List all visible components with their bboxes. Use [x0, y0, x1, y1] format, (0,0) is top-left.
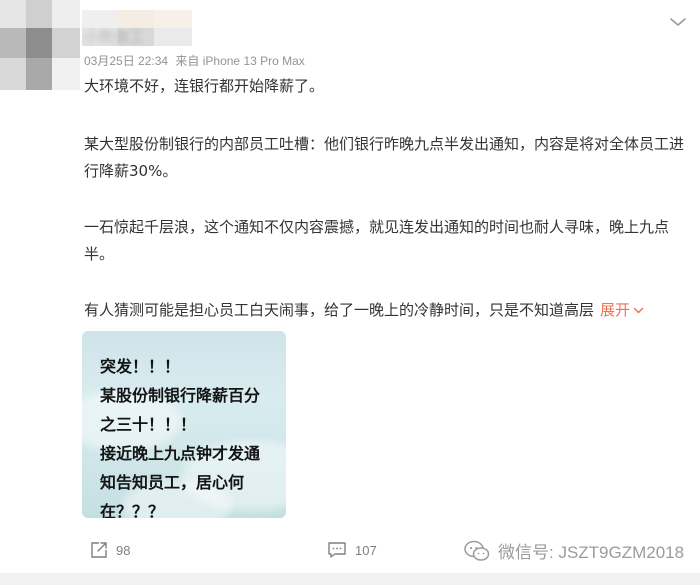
image-text-line-2: 某股份制银行降薪百分: [100, 386, 261, 405]
avatar[interactable]: [0, 0, 80, 90]
watermark-text: 微信号: JSZT9GZM2018: [498, 543, 685, 562]
image-text-line-1: 突发！！！: [100, 357, 181, 376]
post-paragraph-1: 大环境不好，连银行都开始降薪了。: [84, 77, 325, 95]
post-meta: 03月25日 22:34 来自 iPhone 13 Pro Max: [84, 52, 305, 69]
repost-count: 98: [116, 542, 131, 558]
post-paragraph-3: 一石惊起千层浪，这个通知不仅内容震撼，就见连发出通知的时间也耐人寻味，晚上九点半…: [84, 218, 670, 263]
wechat-watermark: 微信号: JSZT9GZM2018: [464, 538, 684, 563]
weibo-post: 小熊做工 03月25日 22:34 来自 iPhone 13 Pro Max 大…: [0, 0, 700, 585]
post-paragraph-2: 某大型股份制银行的内部员工吐槽：他们银行昨晚九点半发出通知，内容是将对全体员工进…: [84, 135, 685, 180]
post-source: 来自 iPhone 13 Pro Max: [175, 54, 305, 68]
repost-button[interactable]: 98: [90, 540, 130, 560]
chevron-down-icon: [633, 307, 644, 314]
comment-count: 107: [355, 542, 377, 558]
comment-icon: [328, 542, 346, 558]
post-date[interactable]: 03月25日 22:34: [84, 54, 168, 68]
image-text-line-3: 之三十！！！: [100, 415, 197, 434]
share-icon: [91, 542, 107, 558]
more-chevron-icon[interactable]: [667, 14, 689, 30]
image-text-line-5: 知告知员工，居心何: [100, 473, 245, 492]
image-text-line-6: 在？？？: [100, 502, 165, 518]
comment-button[interactable]: 107: [327, 540, 377, 560]
post-paragraph-4: 有人猜测可能是担心员工白天闹事，给了一晚上的冷静时间，只是不知道高层 展开: [84, 297, 684, 324]
divider: [0, 573, 700, 585]
image-text-line-4: 接近晚上九点钟才发通: [100, 444, 261, 463]
author-name[interactable]: 小熊做工: [84, 26, 144, 47]
wechat-icon: [464, 540, 490, 561]
post-paragraph-4-text: 有人猜测可能是担心员工白天闹事，给了一晚上的冷静时间，只是不知道高层: [84, 301, 595, 319]
post-image[interactable]: 突发！！！ 某股份制银行降薪百分 之三十！！！ 接近晚上九点钟才发通 知告知员工…: [82, 331, 286, 518]
expand-label: 展开: [600, 301, 631, 319]
expand-button[interactable]: 展开: [600, 301, 644, 319]
